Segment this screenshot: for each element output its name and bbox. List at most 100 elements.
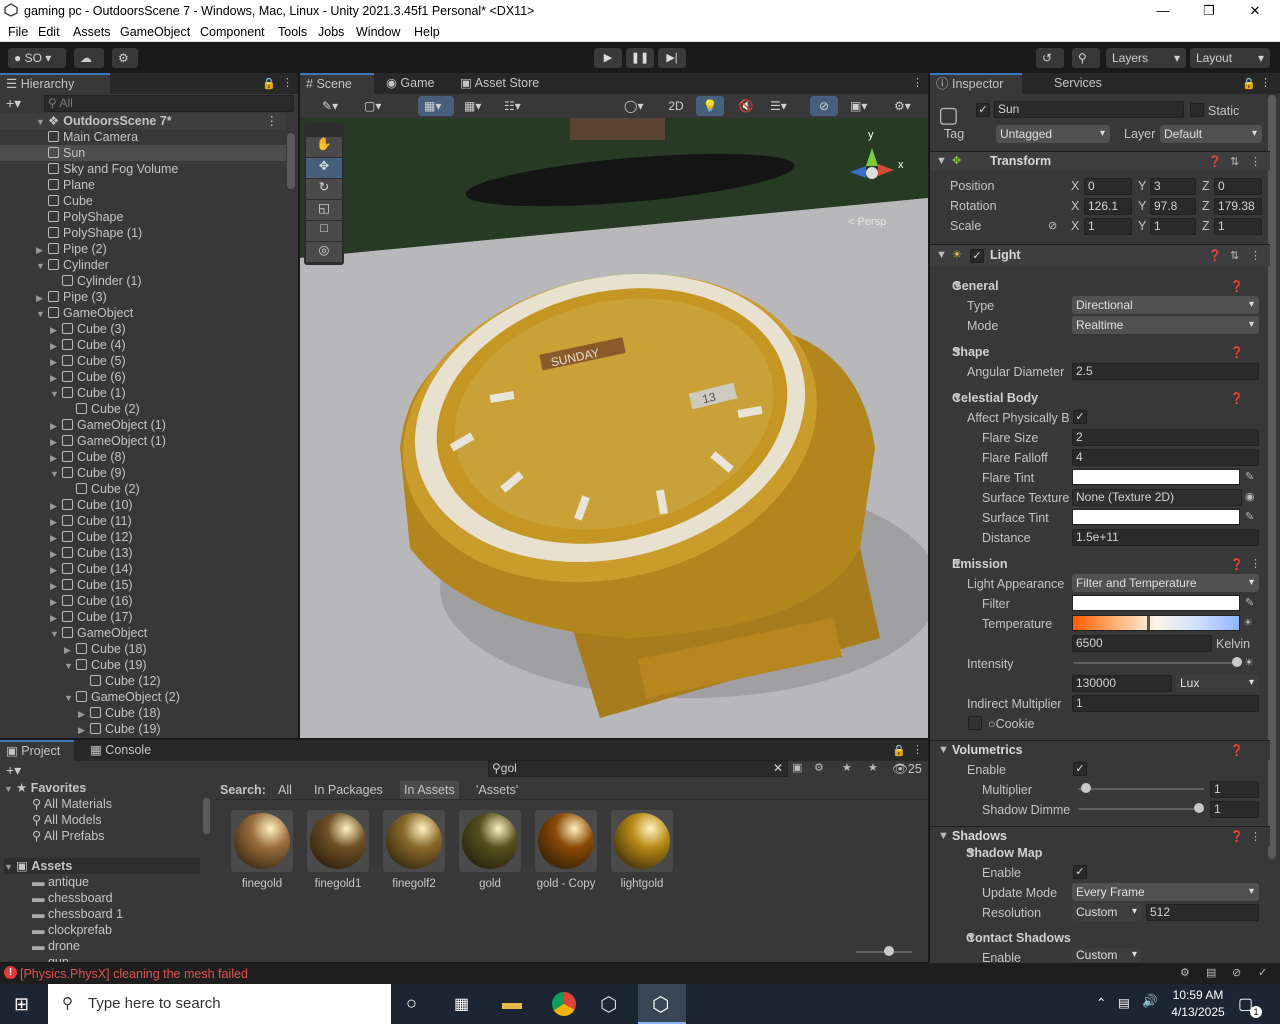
- mode-dropdown[interactable]: Realtime: [1072, 316, 1259, 334]
- menu-gameobject[interactable]: GameObject: [120, 25, 190, 39]
- snap-increment-dropdown[interactable]: ▦▾: [458, 96, 494, 116]
- zoom-thumb[interactable]: [884, 946, 894, 956]
- project-search-input[interactable]: ⚲gol ✕: [488, 760, 788, 777]
- menu-edit[interactable]: Edit: [38, 25, 60, 39]
- tab-project[interactable]: ▣ Project: [0, 740, 74, 761]
- favorites-row[interactable]: ▼ ★ Favorites: [4, 780, 86, 796]
- transform-tool-icon[interactable]: ◎: [306, 242, 342, 262]
- hierarchy-item[interactable]: Cube: [0, 193, 286, 209]
- angular-diameter-field[interactable]: 2.5: [1072, 363, 1259, 380]
- cache-icon[interactable]: ▤: [1206, 966, 1216, 979]
- clear-search-icon[interactable]: ✕: [773, 761, 783, 776]
- expand-arrow-icon[interactable]: ▼: [36, 306, 46, 322]
- shadow-dimmer-field[interactable]: 1: [1210, 801, 1259, 818]
- expand-arrow-icon[interactable]: ▶: [50, 530, 60, 546]
- indirect-multiplier-field[interactable]: 1: [1072, 695, 1259, 712]
- hierarchy-item[interactable]: Cylinder (1): [0, 273, 286, 289]
- multiplier-field[interactable]: 1: [1210, 781, 1259, 798]
- favorite-star-icon[interactable]: ★: [868, 761, 878, 774]
- material-asset[interactable]: gold: [458, 810, 522, 896]
- hierarchy-item[interactable]: ▶ Cube (15): [0, 577, 286, 593]
- tab-inspector[interactable]: ⓘ Inspector: [930, 73, 1022, 94]
- search-by-type-icon[interactable]: ▣: [792, 761, 802, 774]
- clock-date[interactable]: 4/13/2025: [1166, 1005, 1230, 1019]
- rotate-tool-icon[interactable]: ↻: [306, 179, 342, 199]
- hierarchy-item[interactable]: ▶ GameObject (1): [0, 417, 286, 433]
- expand-arrow-icon[interactable]: ▼: [4, 781, 14, 797]
- gizmos-dropdown[interactable]: ⚙▾: [888, 96, 924, 116]
- shading-dropdown[interactable]: ▢▾: [358, 96, 396, 116]
- scale-x-field[interactable]: 1: [1084, 218, 1132, 235]
- light-enabled-checkbox[interactable]: ✓: [970, 249, 984, 263]
- shadow-dimmer-thumb[interactable]: [1194, 803, 1204, 813]
- expand-arrow-icon[interactable]: ▶: [50, 418, 60, 434]
- object-name-field[interactable]: Sun: [994, 101, 1184, 118]
- hierarchy-item[interactable]: Plane: [0, 177, 286, 193]
- expand-arrow-icon[interactable]: ▶: [50, 322, 60, 338]
- move-tool-icon[interactable]: ✥: [306, 158, 342, 178]
- temperature-field[interactable]: 6500: [1072, 635, 1212, 652]
- intensity-field[interactable]: 130000: [1072, 675, 1172, 692]
- hierarchy-item[interactable]: ▶ Cube (12): [0, 529, 286, 545]
- tab-asset-store[interactable]: ▣ Asset Store: [454, 73, 545, 94]
- expand-arrow-icon[interactable]: ▶: [50, 562, 60, 578]
- hierarchy-item[interactable]: ▼ Cube (9): [0, 465, 286, 481]
- multiplier-slider[interactable]: [1078, 783, 1204, 793]
- affect-physically-checkbox[interactable]: ✓: [1073, 410, 1087, 424]
- transform-header[interactable]: ▼ ✥ Transform ❓ ⇅ ⋮: [930, 151, 1270, 171]
- bug-icon[interactable]: ⚙: [1180, 966, 1190, 979]
- position-z-field[interactable]: 0: [1214, 178, 1262, 195]
- flare-tint-swatch[interactable]: [1072, 469, 1240, 485]
- menu-assets[interactable]: Assets: [73, 25, 111, 39]
- network-icon[interactable]: ▤: [1118, 995, 1130, 1010]
- menu-file[interactable]: File: [8, 25, 28, 39]
- material-asset[interactable]: gold - Copy: [534, 810, 598, 896]
- camera-dropdown[interactable]: ▣▾: [844, 96, 882, 116]
- component-menu-icon[interactable]: ⋮: [1250, 249, 1261, 262]
- hierarchy-item[interactable]: ▶ Cube (8): [0, 449, 286, 465]
- expand-arrow-icon[interactable]: ▶: [50, 610, 60, 626]
- folder-item[interactable]: ▬ chessboard 1: [32, 906, 123, 922]
- zoom-slider[interactable]: [856, 946, 912, 956]
- hierarchy-item[interactable]: ▶ Cube (5): [0, 353, 286, 369]
- rotation-x-field[interactable]: 126.1: [1084, 198, 1132, 215]
- hierarchy-item[interactable]: ▶ Cube (18): [0, 705, 286, 721]
- light-appearance-dropdown[interactable]: Filter and Temperature: [1072, 574, 1259, 592]
- collapse-arrow-icon[interactable]: ▼: [936, 249, 947, 261]
- hierarchy-search-input[interactable]: ⚲ All: [44, 95, 294, 112]
- sun-preset-icon[interactable]: ☀: [1244, 656, 1254, 669]
- hierarchy-item[interactable]: ▼ Cylinder: [0, 257, 286, 273]
- hierarchy-scrollbar[interactable]: [287, 133, 295, 189]
- filter-in-assets[interactable]: In Assets: [400, 781, 459, 799]
- multiplier-thumb[interactable]: [1081, 783, 1091, 793]
- expand-arrow-icon[interactable]: ▼: [50, 386, 60, 402]
- layer-dropdown[interactable]: Default: [1160, 125, 1262, 143]
- temperature-thumb[interactable]: [1147, 616, 1150, 630]
- intensity-unit-dropdown[interactable]: Lux: [1176, 674, 1259, 692]
- material-asset[interactable]: finegold1: [306, 810, 370, 896]
- windows-start-icon[interactable]: ⊞: [14, 994, 29, 1015]
- collapse-arrow-icon[interactable]: ▼: [938, 830, 949, 842]
- expand-arrow-icon[interactable]: ▶: [50, 498, 60, 514]
- fav-item[interactable]: ⚲ All Materials: [32, 796, 112, 812]
- surface-tint-swatch[interactable]: [1072, 509, 1240, 525]
- expand-arrow-icon[interactable]: ▼: [64, 658, 74, 674]
- add-button[interactable]: +▾: [6, 95, 21, 112]
- resolution-mode-dropdown[interactable]: Custom: [1072, 903, 1142, 921]
- expand-arrow-icon[interactable]: ▶: [64, 642, 74, 658]
- status-error-message[interactable]: [Physics.PhysX] cleaning the mesh failed: [20, 966, 248, 982]
- more-icon[interactable]: ⋮: [1260, 76, 1271, 89]
- hierarchy-item[interactable]: ▶ Cube (19): [0, 721, 286, 737]
- 2d-toggle[interactable]: 2D: [662, 96, 690, 116]
- help-icon[interactable]: ❓: [1230, 744, 1244, 757]
- step-button[interactable]: ▶|: [658, 48, 686, 68]
- persp-label[interactable]: < Persp: [848, 216, 886, 228]
- auto-generate-icon[interactable]: ⊘: [1232, 966, 1241, 979]
- hierarchy-item[interactable]: ▶ Cube (14): [0, 561, 286, 577]
- cloud-button[interactable]: ☁: [74, 48, 104, 68]
- active-checkbox[interactable]: ✓: [976, 103, 990, 117]
- assets-row[interactable]: ▼ ▣ Assets: [4, 858, 200, 874]
- lock-icon[interactable]: 🔒: [1242, 77, 1256, 90]
- constrain-link-icon[interactable]: ⊘: [1048, 218, 1057, 234]
- tab-services[interactable]: Services: [1048, 73, 1108, 94]
